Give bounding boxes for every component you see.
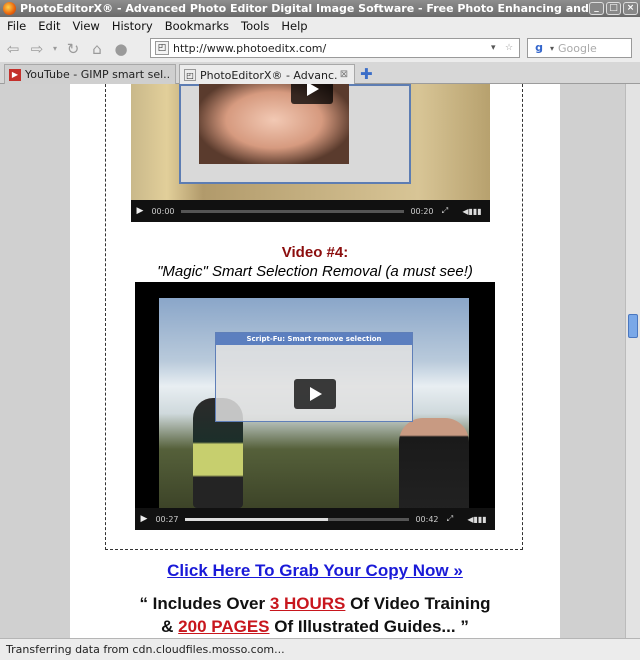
tab-label: YouTube - GIMP smart sel... — [25, 68, 171, 81]
play-icon[interactable]: ▶ — [131, 206, 149, 216]
play-overlay-icon[interactable] — [294, 379, 336, 409]
menu-file[interactable]: File — [0, 19, 31, 33]
google-icon[interactable]: g — [531, 41, 547, 55]
video-controls: ▶ 00:27 00:42 ⤢ ◀▮▮▮ — [135, 508, 495, 530]
menu-history[interactable]: History — [105, 19, 158, 33]
scrollbar-thumb[interactable] — [628, 314, 638, 338]
fullscreen-icon[interactable]: ⤢ — [436, 206, 454, 216]
close-window-button[interactable]: × — [623, 2, 638, 15]
includes-line-2: & 200 PAGES Of Illustrated Guides... ” — [70, 617, 560, 637]
includes-line-1: “ Includes Over 3 HOURS Of Video Trainin… — [70, 594, 560, 614]
reload-icon[interactable]: ↻ — [62, 38, 84, 60]
status-text: Transferring data from cdn.cloudfiles.mo… — [6, 643, 285, 656]
seek-bar[interactable] — [181, 209, 404, 213]
dialog-title: Script-Fu: Smart remove selection — [216, 333, 412, 345]
fullscreen-icon[interactable]: ⤢ — [441, 514, 459, 524]
duration-time: 00:20 — [410, 206, 434, 216]
menu-help[interactable]: Help — [274, 19, 312, 33]
bookmark-star-icon[interactable]: ☆ — [505, 43, 519, 53]
menu-tools[interactable]: Tools — [234, 19, 274, 33]
page-content: ▶ 00:00 00:20 ⤢ ◀▮▮▮ Video #4: "Magic" S… — [70, 84, 560, 638]
hours-highlight: 3 HOURS — [269, 594, 346, 613]
tab-label: PhotoEditorX® - Advanc... — [200, 68, 338, 82]
video-player-1[interactable]: ▶ 00:00 00:20 ⤢ ◀▮▮▮ — [131, 84, 490, 222]
url-text[interactable]: http://www.photoeditx.com/ — [173, 42, 491, 55]
tab-strip: ▶ YouTube - GIMP smart sel... ◰ PhotoEdi… — [0, 62, 640, 85]
tab-youtube[interactable]: ▶ YouTube - GIMP smart sel... — [4, 64, 176, 84]
seek-bar[interactable] — [185, 517, 409, 521]
close-tab-icon[interactable]: ⊠ — [338, 69, 350, 81]
tab-photoeditorx[interactable]: ◰ PhotoEditorX® - Advanc... ⊠ — [179, 64, 355, 85]
firefox-icon — [3, 2, 16, 15]
elapsed-time: 00:27 — [155, 514, 179, 524]
url-dropdown-icon[interactable]: ▾ — [491, 43, 505, 53]
page-viewport: ▶ 00:00 00:20 ⤢ ◀▮▮▮ Video #4: "Magic" S… — [0, 84, 625, 638]
includes-text: Of Video Training — [345, 594, 491, 613]
includes-text: & — [161, 617, 179, 636]
video-4-heading: Video #4: — [281, 244, 349, 261]
hiker-man — [399, 418, 469, 513]
duration-time: 00:42 — [415, 514, 439, 524]
elapsed-time: 00:00 — [151, 206, 175, 216]
volume-icon[interactable]: ◀▮▮▮ — [454, 207, 490, 216]
site-identity-icon[interactable]: ◰ — [155, 41, 169, 55]
menu-edit[interactable]: Edit — [31, 19, 65, 33]
play-icon[interactable]: ▶ — [135, 514, 153, 524]
back-icon[interactable]: ⇦ — [2, 38, 24, 60]
dropdown-history-icon[interactable]: ▾ — [50, 38, 60, 60]
maximize-button[interactable]: □ — [606, 2, 621, 15]
menu-view[interactable]: View — [66, 19, 105, 33]
page-favicon-icon: ◰ — [184, 69, 196, 81]
youtube-favicon-icon: ▶ — [9, 68, 21, 81]
title-bar: PhotoEditorX® - Advanced Photo Editor Di… — [0, 0, 640, 17]
new-tab-icon[interactable]: ✚ — [360, 65, 373, 83]
includes-text: “ Includes Over — [139, 594, 270, 613]
grab-copy-link[interactable]: Click Here To Grab Your Copy Now » — [70, 561, 560, 581]
pages-highlight: 200 PAGES — [178, 617, 270, 636]
search-engine-dropdown-icon[interactable]: ▾ — [550, 44, 554, 53]
video-4-subtitle: "Magic" Smart Selection Removal (a must … — [157, 263, 473, 280]
minimize-button[interactable]: _ — [589, 2, 604, 15]
url-bar[interactable]: ◰ http://www.photoeditx.com/ ▾ ☆ — [150, 38, 520, 58]
video-controls: ▶ 00:00 00:20 ⤢ ◀▮▮▮ — [131, 200, 490, 222]
video-player-4[interactable]: Script-Fu: Smart remove selection ▶ 00:2… — [135, 282, 495, 530]
status-bar: Transferring data from cdn.cloudfiles.mo… — [0, 638, 640, 660]
forward-icon[interactable]: ⇨ — [26, 38, 48, 60]
stop-icon[interactable]: ● — [110, 38, 132, 60]
search-box[interactable]: g ▾ Google — [527, 38, 632, 58]
play-overlay-icon[interactable] — [291, 84, 333, 104]
home-icon[interactable]: ⌂ — [86, 38, 108, 60]
menu-bookmarks[interactable]: Bookmarks — [158, 19, 234, 33]
includes-text: Of Illustrated Guides... ” — [269, 617, 469, 636]
volume-icon[interactable]: ◀▮▮▮ — [459, 515, 495, 524]
search-placeholder[interactable]: Google — [558, 42, 597, 55]
navigation-toolbar: ⇦ ⇨ ▾ ↻ ⌂ ● ◰ http://www.photoeditx.com/… — [0, 35, 640, 62]
window-title: PhotoEditorX® - Advanced Photo Editor Di… — [20, 2, 589, 15]
vertical-scrollbar[interactable] — [625, 84, 640, 638]
menu-bar: File Edit View History Bookmarks Tools H… — [0, 17, 640, 35]
